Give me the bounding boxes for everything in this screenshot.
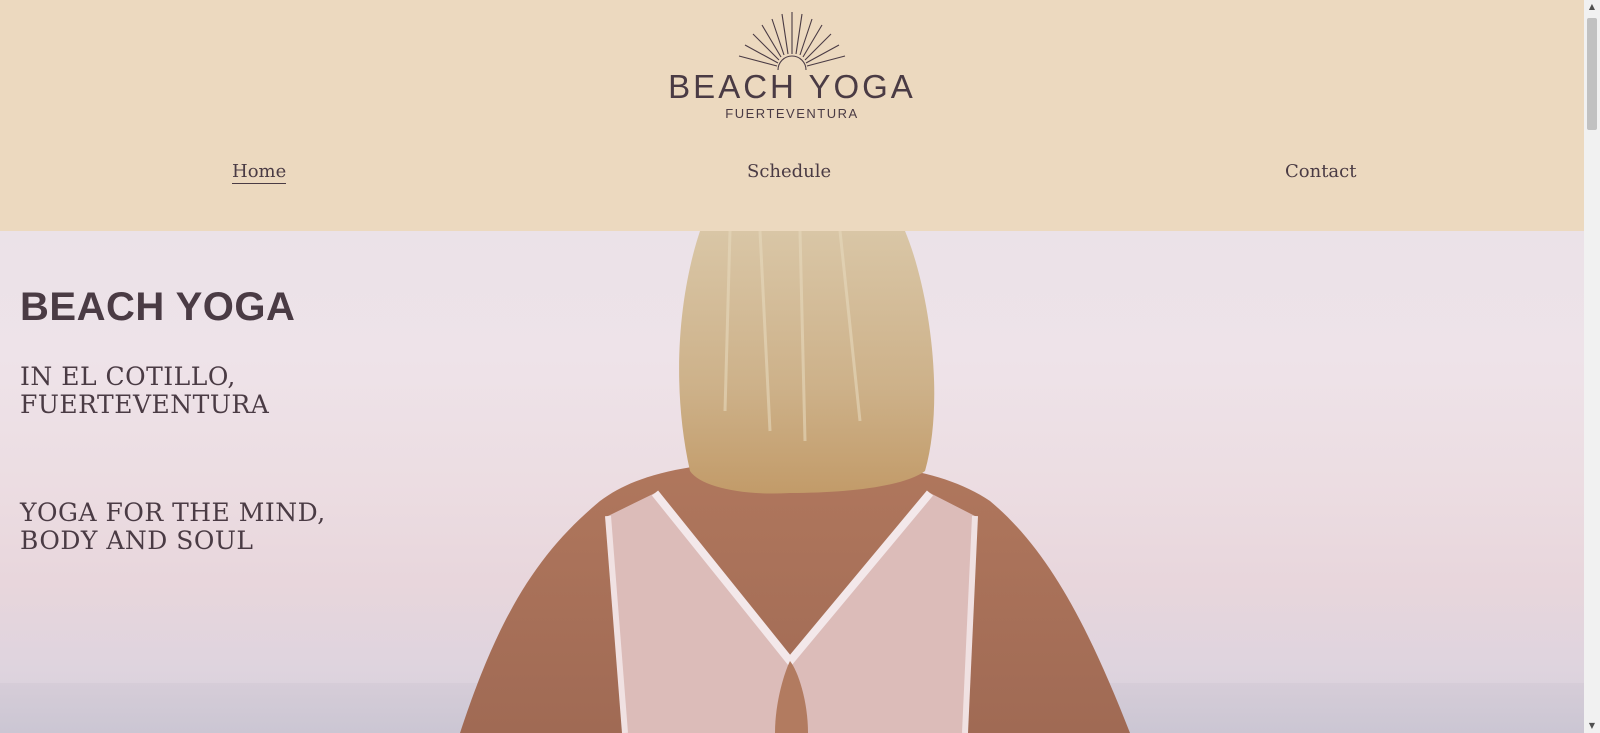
- page-scrollbar[interactable]: ▲ ▼: [1584, 0, 1600, 733]
- logo-title: BEACH YOGA: [668, 68, 916, 105]
- logo-subtitle: FUERTEVENTURA: [725, 106, 859, 121]
- arrow-up-icon[interactable]: ▲: [1584, 0, 1600, 14]
- sunrise-icon: [0, 8, 1584, 70]
- hero-location: IN EL COTILLO, FUERTEVENTURA: [20, 362, 270, 419]
- site-logo[interactable]: BEACH YOGA FUERTEVENTURA: [0, 8, 1584, 122]
- page: BEACH YOGA FUERTEVENTURA Home Schedule C…: [0, 0, 1584, 733]
- nav-contact[interactable]: Contact: [1285, 161, 1356, 183]
- hero-tagline: YOGA FOR THE MIND, BODY AND SOUL: [20, 498, 326, 555]
- scrollbar-thumb[interactable]: [1587, 18, 1597, 130]
- nav-schedule[interactable]: Schedule: [747, 161, 831, 183]
- site-header: BEACH YOGA FUERTEVENTURA Home Schedule C…: [0, 0, 1584, 231]
- arrow-down-icon[interactable]: ▼: [1584, 719, 1600, 733]
- hero-section: BEACH YOGA IN EL COTILLO, FUERTEVENTURA …: [0, 231, 1584, 733]
- hero-heading: BEACH YOGA: [20, 285, 296, 329]
- nav-home[interactable]: Home: [232, 161, 287, 184]
